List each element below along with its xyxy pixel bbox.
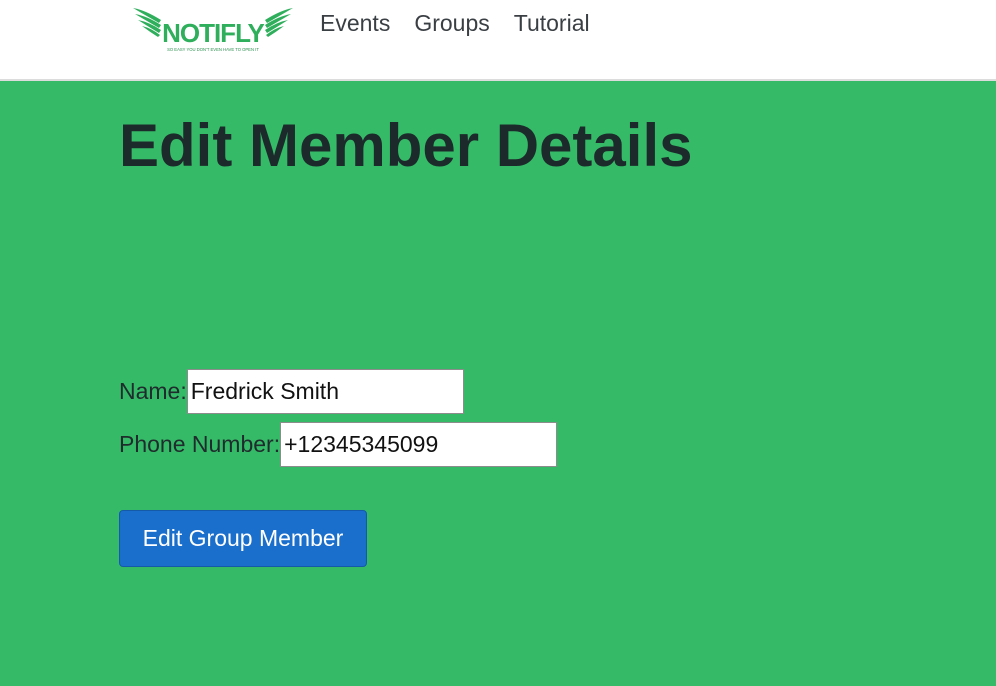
brand-name: NOTIFLY bbox=[162, 18, 264, 48]
phone-input[interactable] bbox=[280, 422, 558, 467]
phone-row: Phone Number: bbox=[119, 422, 558, 467]
phone-label: Phone Number: bbox=[119, 431, 281, 457]
name-row: Name: bbox=[119, 369, 464, 414]
nav-link-groups[interactable]: Groups bbox=[414, 8, 489, 38]
main-nav: Events Groups Tutorial bbox=[320, 8, 590, 38]
nav-link-events[interactable]: Events bbox=[320, 8, 390, 38]
edit-group-member-button[interactable]: Edit Group Member bbox=[119, 510, 367, 567]
brand-logo[interactable]: NOTIFLY SO EASY YOU DON'T EVEN HAVE TO O… bbox=[131, 4, 295, 54]
name-label: Name: bbox=[119, 378, 187, 404]
nav-link-tutorial[interactable]: Tutorial bbox=[514, 8, 590, 38]
logo-wings-icon: NOTIFLY SO EASY YOU DON'T EVEN HAVE TO O… bbox=[133, 8, 293, 52]
top-navbar: NOTIFLY SO EASY YOU DON'T EVEN HAVE TO O… bbox=[0, 0, 996, 81]
name-input[interactable] bbox=[186, 369, 464, 414]
brand-tagline: SO EASY YOU DON'T EVEN HAVE TO OPEN IT bbox=[167, 47, 259, 52]
page-title: Edit Member Details bbox=[119, 112, 693, 179]
